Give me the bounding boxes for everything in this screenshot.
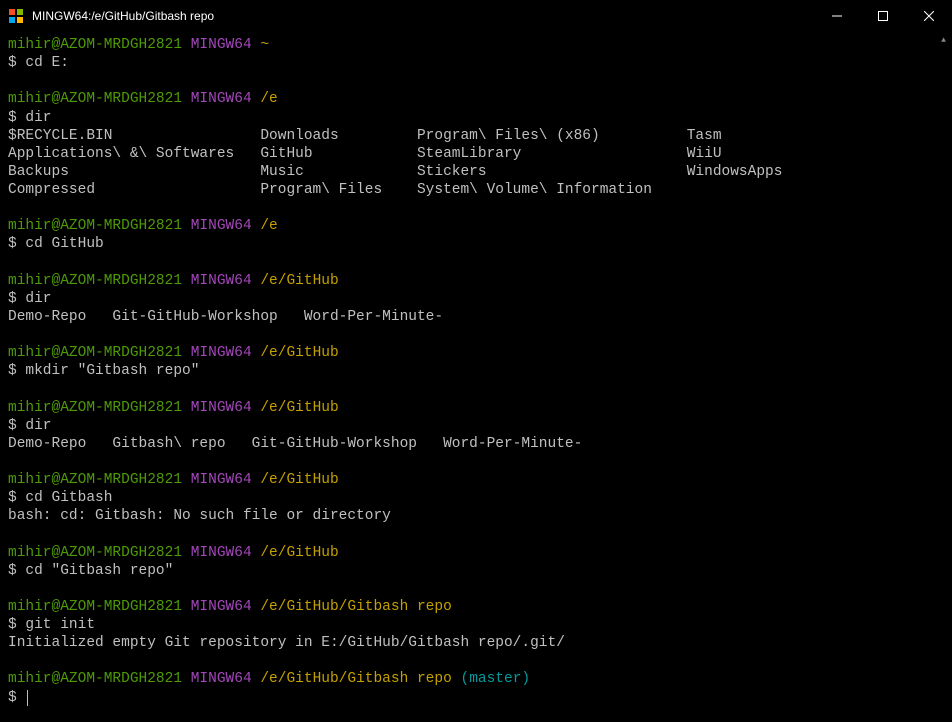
command-output: Demo-Repo Gitbash\ repo Git-GitHub-Works… (8, 435, 927, 453)
prompt-path: /e (260, 91, 277, 107)
prompt-path: /e/GitHub (260, 545, 338, 561)
command-line: $ cd E: (8, 54, 927, 72)
command-line: $ dir (8, 109, 927, 127)
prompt-user: mihir@AZOM-MRDGH2821 (8, 545, 182, 561)
command-text: cd GitHub (25, 236, 103, 252)
prompt-dollar: $ (8, 110, 25, 126)
window-controls (814, 0, 952, 32)
prompt-user: mihir@AZOM-MRDGH2821 (8, 91, 182, 107)
prompt-dollar: $ (8, 617, 25, 633)
prompt-host: MINGW64 (191, 273, 252, 289)
prompt-dollar: $ (8, 363, 25, 379)
command-line: $ (8, 689, 927, 707)
blank-line (8, 652, 927, 670)
command-text: cd Gitbash (25, 490, 112, 506)
command-text: cd E: (25, 55, 69, 71)
prompt-user: mihir@AZOM-MRDGH2821 (8, 218, 182, 234)
cursor (27, 690, 28, 706)
prompt-dollar: $ (8, 236, 25, 252)
command-text: dir (25, 418, 51, 434)
command-line: $ dir (8, 290, 927, 308)
blank-line (8, 326, 927, 344)
blank-line (8, 72, 927, 90)
close-button[interactable] (906, 0, 952, 32)
prompt-dollar: $ (8, 490, 25, 506)
git-branch: (master) (461, 671, 531, 687)
prompt-dollar: $ (8, 418, 25, 434)
command-text: cd "Gitbash repo" (25, 563, 173, 579)
prompt-user: mihir@AZOM-MRDGH2821 (8, 400, 182, 416)
blank-line (8, 453, 927, 471)
command-text: dir (25, 110, 51, 126)
prompt-host: MINGW64 (191, 37, 252, 53)
command-line: $ mkdir "Gitbash repo" (8, 362, 927, 380)
command-line: $ dir (8, 417, 927, 435)
prompt-path: ~ (260, 37, 269, 53)
prompt-path: /e/GitHub (260, 472, 338, 488)
prompt-host: MINGW64 (191, 472, 252, 488)
window-title: MINGW64:/e/GitHub/Gitbash repo (32, 9, 814, 23)
prompt-path: /e/GitHub/Gitbash repo (260, 671, 451, 687)
prompt-host: MINGW64 (191, 400, 252, 416)
command-line: $ cd Gitbash (8, 489, 927, 507)
command-text: dir (25, 291, 51, 307)
minimize-button[interactable] (814, 0, 860, 32)
prompt-user: mihir@AZOM-MRDGH2821 (8, 599, 182, 615)
prompt-line: mihir@AZOM-MRDGH2821 MINGW64 /e (8, 217, 927, 235)
prompt-host: MINGW64 (191, 671, 252, 687)
prompt-line: mihir@AZOM-MRDGH2821 MINGW64 ~ (8, 36, 927, 54)
command-text: git init (25, 617, 95, 633)
command-output: bash: cd: Gitbash: No such file or direc… (8, 507, 927, 525)
prompt-user: mihir@AZOM-MRDGH2821 (8, 472, 182, 488)
prompt-host: MINGW64 (191, 599, 252, 615)
command-output: $RECYCLE.BIN Downloads Program\ Files\ (… (8, 127, 927, 200)
prompt-path: /e/GitHub (260, 400, 338, 416)
prompt-dollar: $ (8, 563, 25, 579)
prompt-user: mihir@AZOM-MRDGH2821 (8, 273, 182, 289)
prompt-host: MINGW64 (191, 345, 252, 361)
prompt-line: mihir@AZOM-MRDGH2821 MINGW64 /e/GitHub (8, 399, 927, 417)
blank-line (8, 380, 927, 398)
prompt-line: mihir@AZOM-MRDGH2821 MINGW64 /e/GitHub (8, 471, 927, 489)
prompt-path: /e (260, 218, 277, 234)
prompt-line: mihir@AZOM-MRDGH2821 MINGW64 /e/GitHub (8, 544, 927, 562)
prompt-user: mihir@AZOM-MRDGH2821 (8, 345, 182, 361)
command-output: Initialized empty Git repository in E:/G… (8, 634, 927, 652)
prompt-line: mihir@AZOM-MRDGH2821 MINGW64 /e (8, 90, 927, 108)
titlebar: MINGW64:/e/GitHub/Gitbash repo (0, 0, 952, 32)
prompt-user: mihir@AZOM-MRDGH2821 (8, 37, 182, 53)
blank-line (8, 199, 927, 217)
prompt-dollar: $ (8, 690, 25, 706)
scroll-up-icon[interactable]: ▲ (935, 32, 952, 49)
prompt-dollar: $ (8, 291, 25, 307)
terminal-area: mihir@AZOM-MRDGH2821 MINGW64 ~$ cd E: mi… (0, 32, 952, 722)
blank-line (8, 580, 927, 598)
prompt-line: mihir@AZOM-MRDGH2821 MINGW64 /e/GitHub/G… (8, 598, 927, 616)
app-icon (8, 8, 24, 24)
prompt-line: mihir@AZOM-MRDGH2821 MINGW64 /e/GitHub (8, 272, 927, 290)
command-line: $ cd GitHub (8, 235, 927, 253)
command-text: mkdir "Gitbash repo" (25, 363, 199, 379)
scrollbar[interactable]: ▲ (935, 32, 952, 722)
prompt-line: mihir@AZOM-MRDGH2821 MINGW64 /e/GitHub (8, 344, 927, 362)
command-line: $ cd "Gitbash repo" (8, 562, 927, 580)
command-output: Demo-Repo Git-GitHub-Workshop Word-Per-M… (8, 308, 927, 326)
prompt-path: /e/GitHub (260, 273, 338, 289)
prompt-path: /e/GitHub/Gitbash repo (260, 599, 451, 615)
terminal-content[interactable]: mihir@AZOM-MRDGH2821 MINGW64 ~$ cd E: mi… (0, 32, 935, 722)
blank-line (8, 254, 927, 272)
prompt-line: mihir@AZOM-MRDGH2821 MINGW64 /e/GitHub/G… (8, 670, 927, 688)
prompt-host: MINGW64 (191, 545, 252, 561)
maximize-button[interactable] (860, 0, 906, 32)
prompt-path: /e/GitHub (260, 345, 338, 361)
prompt-host: MINGW64 (191, 218, 252, 234)
prompt-dollar: $ (8, 55, 25, 71)
blank-line (8, 525, 927, 543)
prompt-host: MINGW64 (191, 91, 252, 107)
command-line: $ git init (8, 616, 927, 634)
prompt-user: mihir@AZOM-MRDGH2821 (8, 671, 182, 687)
